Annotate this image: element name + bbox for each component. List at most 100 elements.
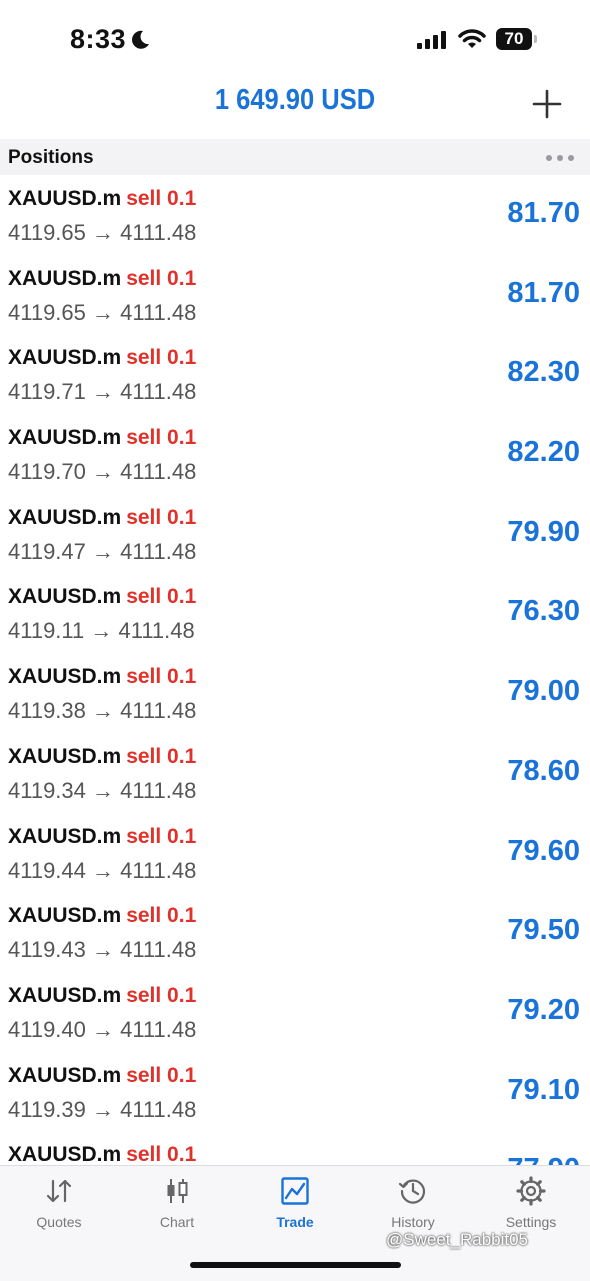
position-row[interactable]: XAUUSD.m sell 0.1 4119.65 → 4111.48 81.70 — [0, 255, 590, 335]
position-symbol-line: XAUUSD.m sell 0.1 — [8, 585, 196, 609]
position-side: sell 0.1 — [126, 904, 197, 928]
position-side: sell 0.1 — [126, 266, 197, 290]
position-row[interactable]: XAUUSD.m sell 0.1 4119.11 → 4111.48 76.30 — [0, 573, 590, 653]
position-symbol-line: XAUUSD.m sell 0.1 — [8, 346, 196, 370]
position-symbol: XAUUSD.m — [8, 983, 122, 1007]
position-symbol: XAUUSD.m — [8, 266, 122, 290]
more-options-icon[interactable] — [546, 155, 574, 161]
position-profit: 79.00 — [507, 675, 580, 708]
position-profit: 79.90 — [507, 515, 580, 548]
tab-trade[interactable]: Trade — [236, 1176, 354, 1230]
position-side: sell 0.1 — [126, 1143, 197, 1165]
position-symbol-line: XAUUSD.m sell 0.1 — [8, 1064, 196, 1088]
position-symbol: XAUUSD.m — [8, 1063, 122, 1087]
position-symbol-line: XAUUSD.m sell 0.1 — [8, 506, 196, 530]
position-row[interactable]: XAUUSD.m sell 0.1 4119.43 → 4111.48 79.50 — [0, 892, 590, 972]
position-symbol-line: XAUUSD.m sell 0.1 — [8, 665, 196, 689]
battery-tip — [534, 35, 537, 43]
tab-history-label: History — [391, 1214, 435, 1230]
position-symbol-line: XAUUSD.m sell 0.1 — [8, 267, 196, 291]
position-side: sell 0.1 — [126, 824, 197, 848]
section-title: Positions — [8, 147, 94, 168]
position-prices: 4119.38 → 4111.48 — [8, 698, 197, 724]
history-icon — [398, 1179, 426, 1204]
position-prices: 4119.65 → 4111.48 — [8, 299, 197, 325]
position-symbol-line: XAUUSD.m sell 0.1 — [8, 426, 196, 450]
cellular-signal-icon — [417, 31, 446, 49]
position-side: sell 0.1 — [126, 744, 197, 768]
position-profit: 79.60 — [507, 834, 580, 867]
tab-settings-label: Settings — [505, 1214, 557, 1230]
position-row[interactable]: XAUUSD.m sell 0.1 4119.47 → 4111.48 79.90 — [0, 494, 590, 574]
position-side: sell 0.1 — [126, 665, 197, 689]
position-symbol-line: XAUUSD.m sell 0.1 — [8, 745, 196, 769]
position-profit: 79.50 — [507, 914, 580, 947]
status-bar: 8:33 70 — [0, 0, 590, 78]
position-symbol-line: XAUUSD.m sell 0.1 — [8, 825, 196, 849]
position-row[interactable]: XAUUSD.m sell 0.1 4119.44 → 4111.48 79.60 — [0, 813, 590, 893]
position-row[interactable]: XAUUSD.msell 0.1 77.90 — [0, 1131, 590, 1165]
position-symbol: XAUUSD.m — [8, 824, 122, 848]
position-side: sell 0.1 — [126, 1063, 197, 1087]
position-symbol: XAUUSD.m — [8, 346, 122, 370]
trade-icon — [281, 1177, 309, 1205]
position-profit: 78.60 — [507, 754, 580, 787]
position-symbol: XAUUSD.m — [8, 505, 122, 529]
position-symbol: XAUUSD.m — [8, 744, 122, 768]
chart-icon — [167, 1179, 188, 1203]
position-symbol: XAUUSD.m — [8, 1143, 122, 1165]
position-row[interactable]: XAUUSD.m sell 0.1 4119.70 → 4111.48 82.20 — [0, 414, 590, 494]
position-symbol: XAUUSD.m — [8, 426, 122, 450]
position-symbol-line: XAUUSD.m sell 0.1 — [8, 904, 196, 928]
status-time: 8:33 — [70, 24, 127, 54]
position-row[interactable]: XAUUSD.m sell 0.1 4119.65 → 4111.48 81.70 — [0, 175, 590, 255]
position-prices: 4119.40 → 4111.48 — [8, 1016, 197, 1042]
position-row[interactable]: XAUUSD.m sell 0.1 4119.38 → 4111.48 79.00 — [0, 653, 590, 733]
position-prices: 4119.65 → 4111.48 — [8, 220, 197, 245]
position-side: sell 0.1 — [126, 346, 197, 370]
position-prices: 4119.43 → 4111.48 — [8, 937, 197, 963]
position-prices: 4119.71 → 4111.48 — [8, 379, 197, 405]
plus-icon[interactable] — [532, 89, 562, 119]
tab-settings[interactable]: Settings — [472, 1176, 590, 1230]
positions-section-header: Positions — [0, 139, 590, 175]
position-side: sell 0.1 — [126, 585, 197, 609]
position-prices: 4119.39 → 4111.48 — [8, 1096, 197, 1122]
position-side: sell 0.1 — [126, 187, 197, 210]
tab-trade-label: Trade — [276, 1214, 314, 1230]
position-side: sell 0.1 — [126, 426, 197, 450]
position-prices: 4119.44 → 4111.48 — [8, 857, 197, 883]
tab-history[interactable]: History — [354, 1176, 472, 1230]
position-profit: 76.30 — [507, 595, 580, 628]
positions-list[interactable]: XAUUSD.m sell 0.1 4119.65 → 4111.48 81.70… — [0, 175, 590, 1165]
position-profit: 82.20 — [507, 436, 580, 469]
tab-chart[interactable]: Chart — [118, 1176, 236, 1230]
tab-quotes[interactable]: Quotes — [0, 1176, 118, 1230]
position-symbol: XAUUSD.m — [8, 665, 122, 689]
position-prices: 4119.34 → 4111.48 — [8, 777, 197, 803]
home-indicator[interactable] — [190, 1262, 401, 1268]
position-row[interactable]: XAUUSD.m sell 0.1 4119.40 → 4111.48 79.20 — [0, 972, 590, 1052]
position-row[interactable]: XAUUSD.m sell 0.1 4119.71 → 4111.48 82.30 — [0, 334, 590, 414]
watermark: @Sweet_Rabbit05 — [386, 1230, 529, 1249]
position-side: sell 0.1 — [126, 983, 197, 1007]
position-profit: 79.20 — [507, 993, 580, 1026]
position-profit: 81.70 — [507, 276, 580, 309]
quotes-icon — [46, 1179, 72, 1203]
account-balance: 1 649.90 USD — [214, 84, 376, 116]
position-prices: 4119.47 → 4111.48 — [8, 538, 197, 564]
position-row[interactable]: XAUUSD.m sell 0.1 4119.39 → 4111.48 79.10 — [0, 1052, 590, 1132]
position-profit: 81.70 — [507, 197, 580, 229]
battery-indicator: 70 — [496, 28, 532, 50]
position-symbol-line: XAUUSD.m sell 0.1 — [8, 187, 196, 211]
position-symbol: XAUUSD.m — [8, 904, 122, 928]
position-row[interactable]: XAUUSD.m sell 0.1 4119.34 → 4111.48 78.60 — [0, 733, 590, 813]
position-side: sell 0.1 — [126, 505, 197, 529]
position-profit: 82.30 — [507, 356, 580, 389]
wifi-icon — [458, 29, 486, 48]
tab-chart-label: Chart — [159, 1214, 195, 1230]
settings-icon — [516, 1176, 546, 1206]
position-profit: 77.90 — [507, 1153, 580, 1165]
position-symbol-line: XAUUSD.m sell 0.1 — [8, 984, 196, 1008]
tab-quotes-label: Quotes — [36, 1214, 82, 1230]
